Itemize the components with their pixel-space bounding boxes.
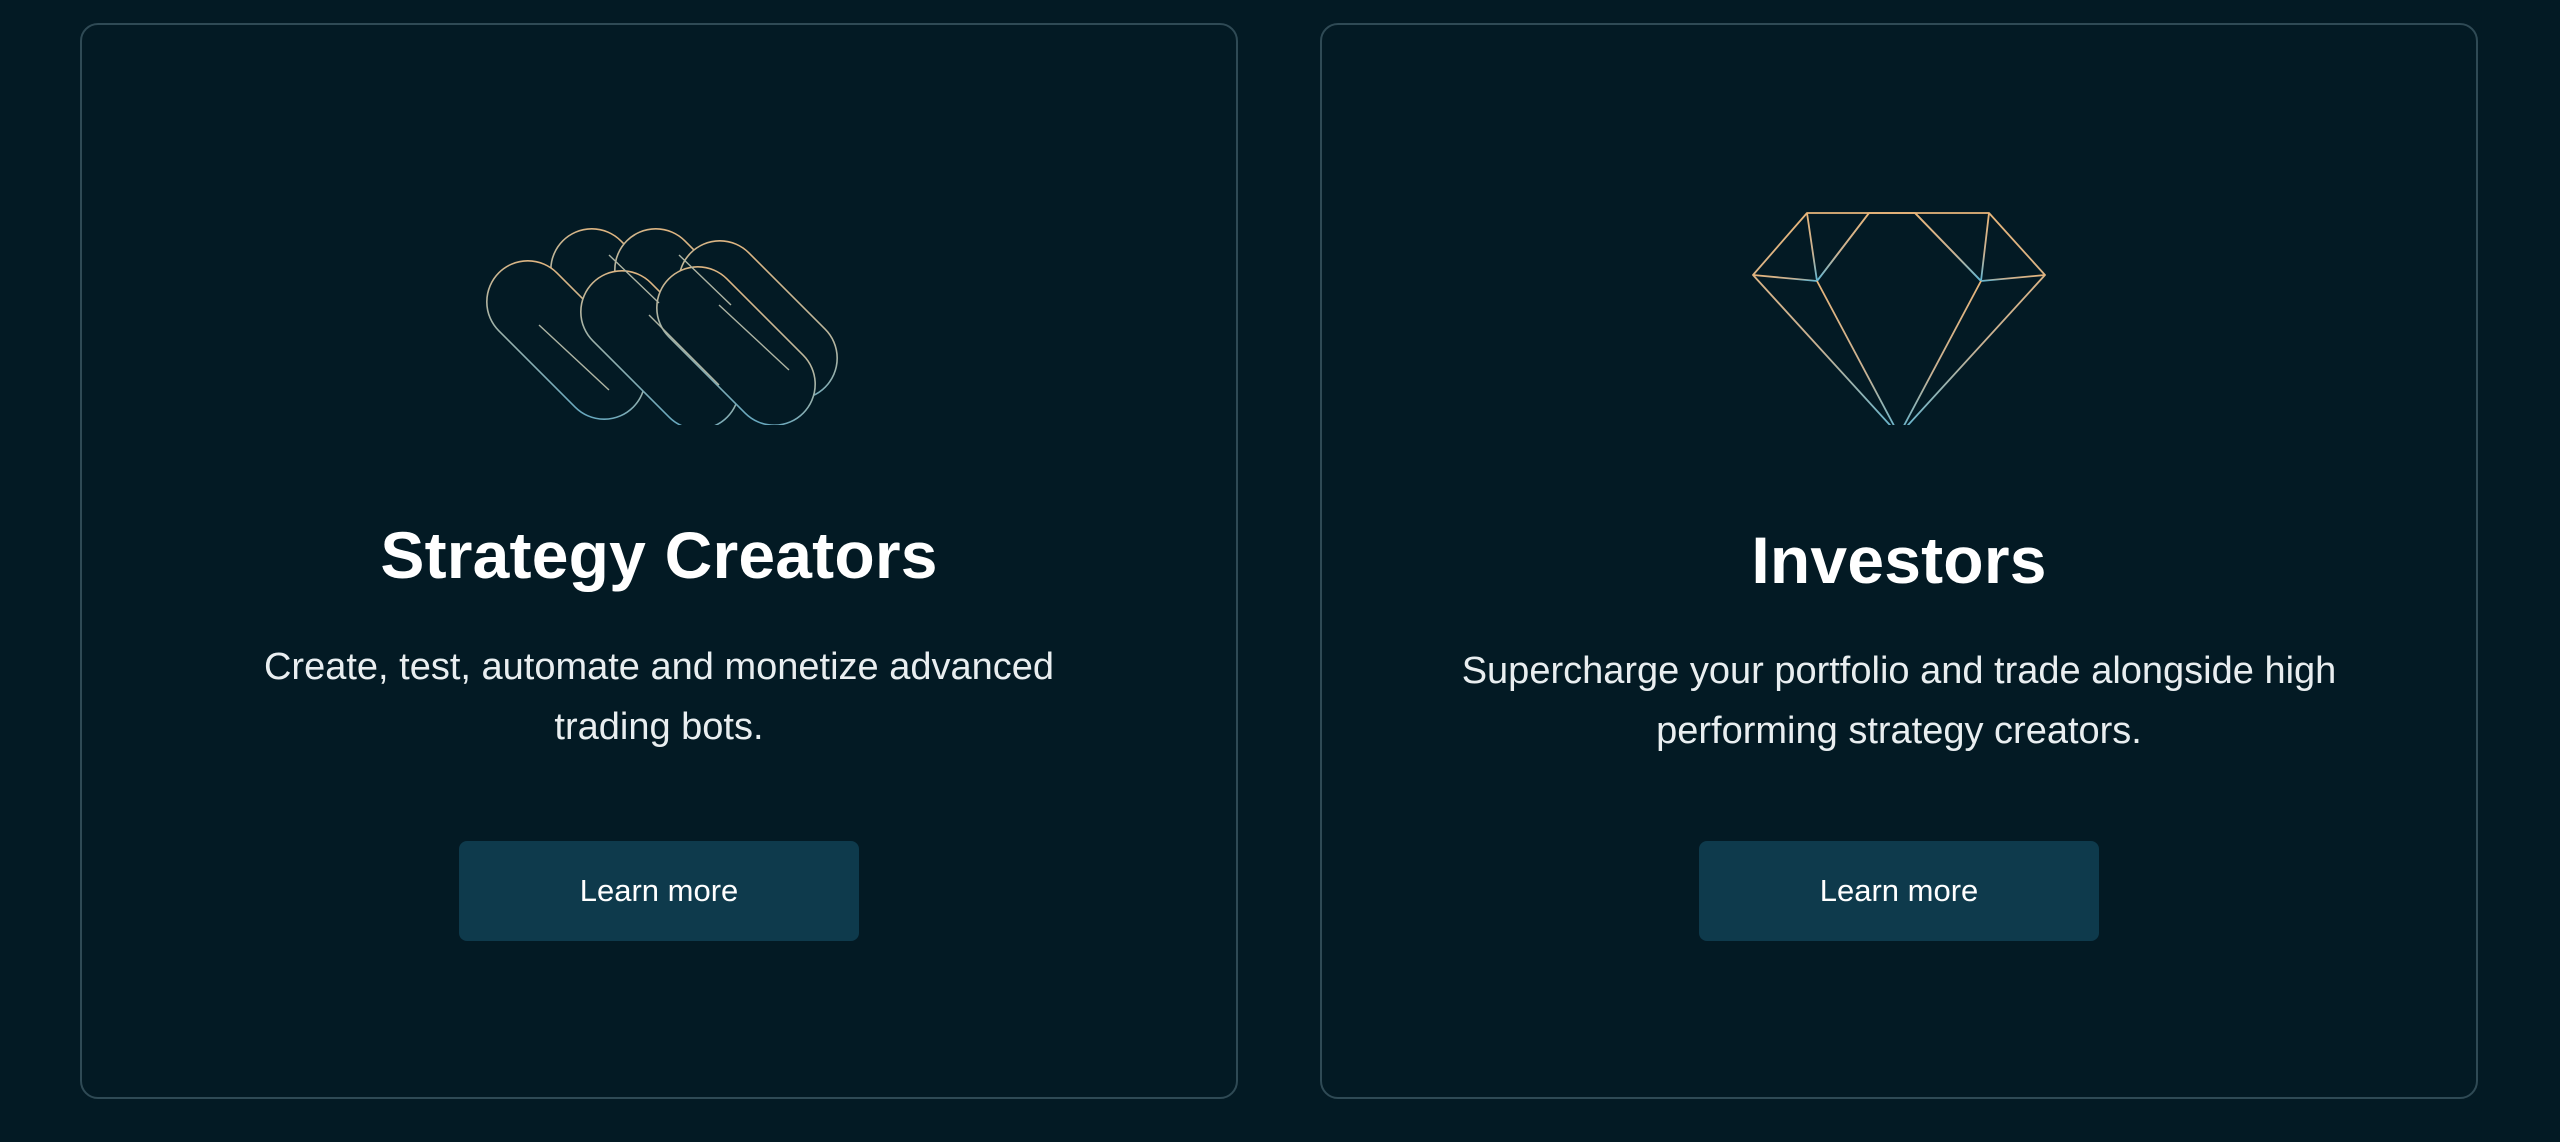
card-description: Create, test, automate and monetize adva… [263,646,1055,748]
card-title: Strategy Creators [380,518,938,592]
learn-more-button[interactable]: Learn more [459,841,859,941]
learn-more-button[interactable]: Learn more [1699,841,2099,941]
linked-loops-icon [82,185,1236,425]
card-strategy-creators: Strategy Creators Create, test, automate… [80,23,1238,1099]
card-investors: Investors Supercharge your portfolio and… [1320,23,2478,1099]
diamond-icon [1322,185,2476,425]
page: Strategy Creators Create, test, automate… [0,0,2560,1142]
card-title: Investors [1751,523,2047,597]
card-description: Supercharge your portfolio and trade alo… [1461,650,2337,752]
